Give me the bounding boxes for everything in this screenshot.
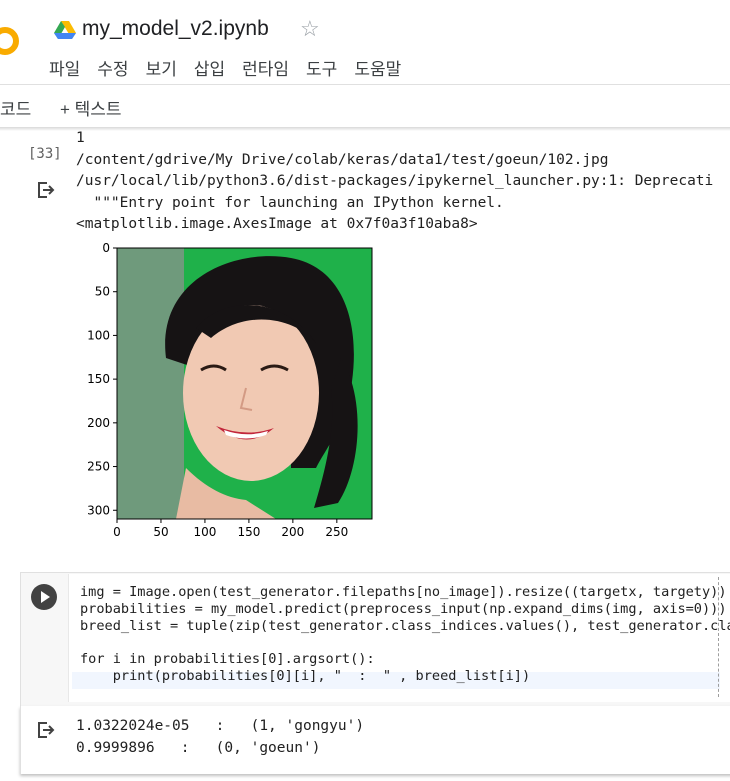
x-tick-label: 0 bbox=[113, 525, 121, 539]
menu-item-insert[interactable]: 삽입 bbox=[194, 55, 225, 80]
notebook-header: my_model_v2.ipynb ☆ 파일 수정 보기 삽입 런타임 도구 도… bbox=[0, 0, 730, 128]
code-line[interactable] bbox=[80, 634, 730, 651]
menu-item-view[interactable]: 보기 bbox=[146, 55, 177, 80]
output-line: <matplotlib.image.AxesImage at 0x7f0a3f1… bbox=[76, 216, 478, 233]
menu-item-tools[interactable]: 도구 bbox=[306, 55, 337, 80]
cell-output: 1/content/gdrive/My Drive/colab/keras/da… bbox=[76, 128, 713, 236]
x-tick-label: 250 bbox=[325, 525, 348, 539]
code-line[interactable]: probabilities = my_model.predict(preproc… bbox=[80, 601, 730, 618]
output-icon[interactable] bbox=[36, 720, 56, 740]
code-line[interactable]: for i in probabilities[0].argsort(): bbox=[80, 651, 730, 668]
code-line[interactable]: print(probabilities[0][i], " : " , breed… bbox=[80, 668, 730, 685]
output-icon[interactable] bbox=[36, 180, 56, 200]
add-code-button[interactable]: 코드 bbox=[0, 95, 31, 120]
output-line: /content/gdrive/My Drive/colab/keras/dat… bbox=[76, 151, 609, 168]
x-axis: 0 50 100 150 200 250 bbox=[113, 519, 348, 539]
menu-item-help[interactable]: 도움말 bbox=[354, 55, 401, 80]
plot-image bbox=[117, 248, 372, 519]
x-tick-label: 200 bbox=[281, 525, 304, 539]
output-line: /usr/local/lib/python3.6/dist-packages/i… bbox=[76, 173, 714, 190]
code-text[interactable]: img = Image.open(test_generator.filepath… bbox=[80, 584, 730, 685]
menu-item-runtime[interactable]: 런타임 bbox=[242, 55, 289, 80]
y-tick-label: 300 bbox=[87, 503, 110, 517]
colab-logo-icon[interactable] bbox=[0, 26, 20, 56]
y-tick-label: 50 bbox=[95, 285, 110, 299]
code-line[interactable]: breed_list = tuple(zip(test_generator.cl… bbox=[80, 618, 730, 635]
google-drive-icon[interactable] bbox=[54, 20, 76, 40]
x-tick-label: 50 bbox=[153, 525, 168, 539]
output-line: 1.0322024e-05 : (1, 'gongyu') bbox=[76, 718, 365, 734]
divider bbox=[0, 84, 730, 85]
execution-count: [33] bbox=[28, 146, 62, 162]
star-icon[interactable]: ☆ bbox=[300, 16, 320, 42]
output-line: 1 bbox=[76, 130, 85, 146]
code-line[interactable]: img = Image.open(test_generator.filepath… bbox=[80, 584, 730, 601]
output-line: 0.9999896 : (0, 'goeun') bbox=[76, 739, 321, 756]
prediction-output: 1.0322024e-05 : (1, 'gongyu') 0.9999896 :… bbox=[76, 716, 364, 759]
menu-bar: 파일 수정 보기 삽입 런타임 도구 도움말 bbox=[49, 55, 418, 80]
notebook-title[interactable]: my_model_v2.ipynb bbox=[82, 17, 269, 41]
image-plot: 0 50 100 150 200 250 0 50 100 150 200 250 300 bbox=[87, 241, 373, 539]
y-tick-label: 0 bbox=[102, 241, 110, 255]
y-tick-label: 150 bbox=[87, 372, 110, 386]
output-line: """Entry point for launching an IPython … bbox=[76, 194, 504, 211]
y-tick-label: 100 bbox=[87, 328, 110, 342]
y-tick-label: 250 bbox=[87, 460, 110, 474]
menu-item-edit[interactable]: 수정 bbox=[97, 55, 128, 80]
menu-item-file[interactable]: 파일 bbox=[49, 55, 80, 80]
y-axis: 0 50 100 150 200 250 300 bbox=[87, 241, 117, 517]
y-tick-label: 200 bbox=[87, 416, 110, 430]
x-tick-label: 100 bbox=[193, 525, 216, 539]
x-tick-label: 150 bbox=[237, 525, 260, 539]
run-cell-button[interactable] bbox=[31, 584, 57, 610]
add-text-button[interactable]: + 텍스트 bbox=[60, 95, 122, 120]
